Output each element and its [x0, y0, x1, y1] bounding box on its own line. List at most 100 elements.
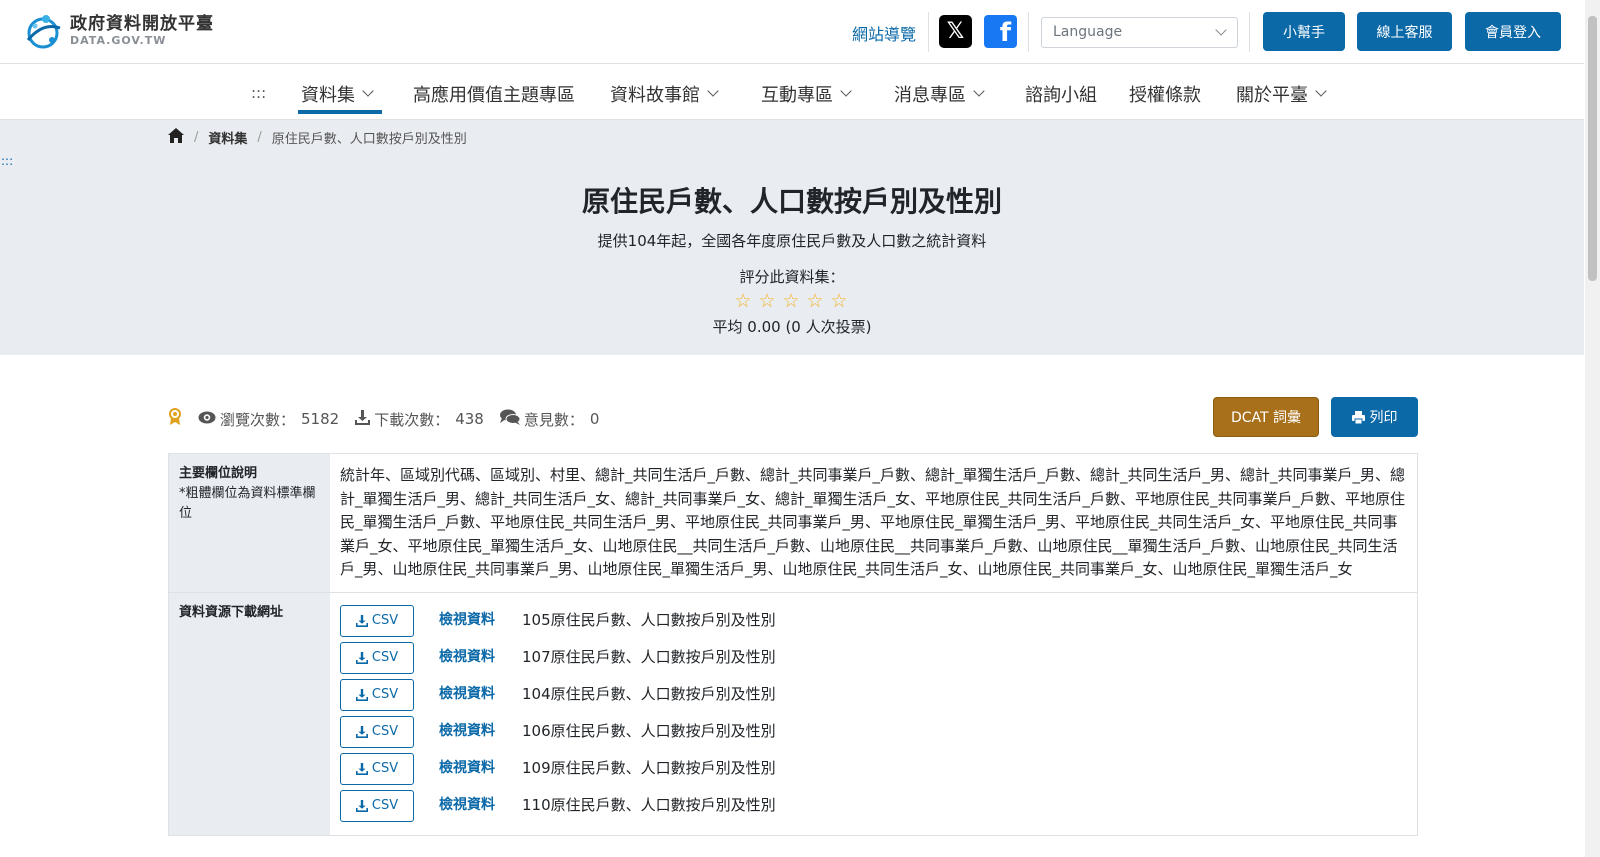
nav-active-indicator	[298, 110, 382, 114]
comments-count: 0	[589, 410, 600, 428]
resource-row: CSV 檢視資料 106原住民戶數、人口數按戶別及性別	[340, 714, 1407, 751]
download-icon	[355, 763, 368, 776]
csv-download-button[interactable]: CSV	[340, 679, 414, 712]
print-button[interactable]: 列印	[1331, 397, 1418, 437]
nav-label: 消息專區	[894, 85, 966, 106]
resource-name: 109原住民戶數、人口數按戶別及性別	[522, 759, 776, 778]
csv-label: CSV	[371, 798, 399, 814]
nav-label: 互動專區	[761, 85, 833, 106]
breadcrumb: / 資料集 / 原住民戶數、人口數按戶別及性別	[168, 128, 467, 147]
rating-stars[interactable]: ☆ ☆ ☆ ☆ ☆	[731, 290, 851, 312]
csv-label: CSV	[371, 761, 399, 777]
breadcrumb-current: 原住民戶數、人口數按戶別及性別	[271, 132, 467, 147]
online-service-button[interactable]: 線上客服	[1357, 12, 1452, 51]
views-count: 5182	[301, 410, 340, 428]
resource-row: CSV 檢視資料 109原住民戶數、人口數按戶別及性別	[340, 751, 1407, 788]
award-badge-icon	[168, 408, 182, 430]
nav-item-datasets[interactable]: 資料集	[301, 81, 374, 107]
view-data-link[interactable]: 檢視資料	[439, 721, 495, 743]
csv-label: CSV	[371, 650, 399, 666]
nav-item-about[interactable]: 關於平臺	[1236, 81, 1327, 107]
download-icon	[355, 800, 368, 813]
view-data-link[interactable]: 檢視資料	[439, 647, 495, 669]
breadcrumb-separator: /	[257, 130, 262, 145]
csv-download-button[interactable]: CSV	[340, 605, 414, 638]
nav-label: 資料故事館	[610, 85, 700, 106]
nav-item-interactive[interactable]: 互動專區	[761, 81, 852, 107]
helper-button[interactable]: 小幫手	[1263, 12, 1345, 51]
x-twitter-icon[interactable]: 𝕏	[939, 15, 972, 48]
star-icon[interactable]: ☆	[827, 290, 851, 312]
nav-item-news[interactable]: 消息專區	[894, 81, 985, 107]
csv-download-button[interactable]: CSV	[340, 716, 414, 749]
eye-icon	[198, 410, 216, 428]
download-icon	[355, 409, 371, 429]
downloads-label: 下載次數：	[374, 410, 450, 429]
top-header: 政府資料開放平臺 DATA.GOV.TW 網站導覽 𝕏 f Language 小…	[0, 0, 1584, 64]
table-row: 主要欄位說明 *粗體欄位為資料標準欄位 統計年、區域別代碼、區域別、村里、總計_…	[169, 454, 1417, 593]
chevron-down-icon	[707, 85, 719, 97]
logo-icon	[22, 10, 64, 52]
breadcrumb-datasets[interactable]: 資料集	[208, 128, 247, 147]
comments-icon	[499, 409, 521, 429]
chevron-down-icon	[362, 85, 374, 97]
table-row: 資料資源下載網址 CSV 檢視資料 105原住民戶數、人口數按戶別及性別 CSV 檢視資…	[169, 592, 1417, 835]
divider	[928, 12, 929, 52]
main-nav: ::: 資料集 高應用價值主題專區 資料故事館 互動專區 消息專區 諮詢小組 授…	[0, 64, 1584, 120]
csv-download-button[interactable]: CSV	[340, 642, 414, 675]
nav-item-license[interactable]: 授權條款	[1129, 81, 1201, 107]
dataset-stats: 瀏覽次數： 5182 下載次數： 438 意見數： 0	[168, 408, 615, 430]
scrollbar-thumb[interactable]	[1588, 16, 1597, 281]
dcat-vocabulary-button[interactable]: DCAT 詞彙	[1213, 397, 1319, 437]
download-icon	[355, 689, 368, 702]
csv-label: CSV	[371, 724, 399, 740]
nav-label: 授權條款	[1129, 85, 1201, 106]
chevron-down-icon	[1315, 85, 1327, 97]
resource-name: 106原住民戶數、人口數按戶別及性別	[522, 722, 776, 741]
sitemap-link[interactable]: 網站導覽	[852, 21, 916, 45]
fields-header: 主要欄位說明 *粗體欄位為資料標準欄位	[169, 454, 330, 592]
language-select[interactable]: Language	[1041, 17, 1238, 48]
chevron-down-icon	[840, 85, 852, 97]
download-icon	[355, 726, 368, 739]
downloads-count: 438	[455, 410, 484, 428]
nav-item-high-value[interactable]: 高應用價值主題專區	[413, 81, 575, 107]
divider	[1249, 12, 1250, 52]
nav-anchor[interactable]: :::	[251, 84, 266, 102]
page-title: 原住民戶數、人口數按戶別及性別	[581, 185, 1002, 218]
view-data-link[interactable]: 檢視資料	[439, 684, 495, 706]
dataset-info-table: 主要欄位說明 *粗體欄位為資料標準欄位 統計年、區域別代碼、區域別、村里、總計_…	[168, 453, 1418, 836]
facebook-icon[interactable]: f	[984, 15, 1017, 48]
content-anchor[interactable]: :::	[1, 154, 13, 168]
comments-label: 意見數：	[523, 410, 584, 429]
fields-title: 主要欄位說明	[179, 466, 258, 481]
csv-download-button[interactable]: CSV	[340, 790, 414, 823]
rating-label: 評分此資料集：	[739, 268, 845, 286]
star-icon[interactable]: ☆	[755, 290, 779, 312]
nav-label: 諮詢小組	[1025, 85, 1097, 106]
member-login-button[interactable]: 會員登入	[1465, 12, 1561, 51]
rating-average: 平均 0.00 (0 人次投票)	[712, 318, 872, 336]
download-icon	[355, 615, 368, 628]
star-icon[interactable]: ☆	[779, 290, 803, 312]
home-icon[interactable]	[168, 128, 184, 147]
nav-item-advisory[interactable]: 諮詢小組	[1025, 81, 1097, 107]
download-icon	[355, 652, 368, 665]
resource-name: 104原住民戶數、人口數按戶別及性別	[522, 685, 776, 704]
view-data-link[interactable]: 檢視資料	[439, 610, 495, 632]
site-logo[interactable]: 政府資料開放平臺 DATA.GOV.TW	[22, 10, 214, 52]
chevron-down-icon	[1215, 24, 1227, 36]
divider	[1028, 12, 1029, 52]
resource-name: 107原住民戶數、人口數按戶別及性別	[522, 648, 776, 667]
breadcrumb-separator: /	[194, 130, 199, 145]
csv-download-button[interactable]: CSV	[340, 753, 414, 786]
view-data-link[interactable]: 檢視資料	[439, 795, 495, 817]
fields-list: 統計年、區域別代碼、區域別、村里、總計_共同生活戶_戶數、總計_共同事業戶_戶數…	[340, 466, 1406, 579]
nav-item-data-stories[interactable]: 資料故事館	[610, 81, 719, 107]
star-icon[interactable]: ☆	[803, 290, 827, 312]
star-icon[interactable]: ☆	[731, 290, 755, 312]
view-data-link[interactable]: 檢視資料	[439, 758, 495, 780]
resource-row: CSV 檢視資料 110原住民戶數、人口數按戶別及性別	[340, 788, 1407, 825]
csv-label: CSV	[371, 687, 399, 703]
resource-row: CSV 檢視資料 107原住民戶數、人口數按戶別及性別	[340, 640, 1407, 677]
